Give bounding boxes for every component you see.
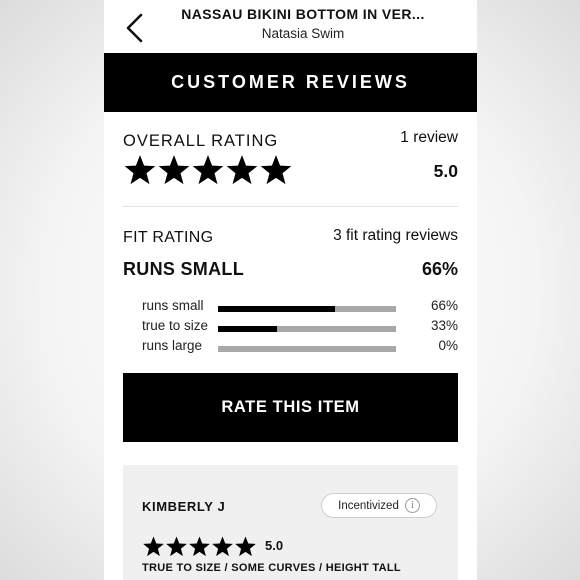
phone-screen: NASSAU BIKINI BOTTOM IN VER... Natasia S… [104,0,477,580]
star-icon [189,536,210,557]
star-icon [192,155,224,185]
info-icon[interactable]: i [404,498,420,513]
fit-rating-count: 3 fit rating reviews [333,227,458,244]
fit-row-label: runs small [142,298,204,313]
star-icon [235,536,256,557]
brand-name: Natasia Swim [261,26,345,41]
section-title: CUSTOMER REVIEWS [104,53,477,112]
star-icon [158,155,190,185]
star-icon [212,536,233,557]
back-button[interactable] [122,12,148,44]
star-icon [260,155,292,185]
fit-row-label: runs large [142,338,203,353]
top-navigation-bar: NASSAU BIKINI BOTTOM IN VER... Natasia S… [104,0,477,53]
review-attributes: TRUE TO SIZE / SOME CURVES / HEIGHT TALL [142,562,401,574]
fit-bar [218,346,396,352]
fit-bar [218,306,396,312]
review-rating-value: 5.0 [265,538,284,553]
overall-star-rating [123,153,293,187]
review-card: KIMBERLY J Incentivized i 5.0 TRUE TO SI… [123,465,458,580]
fit-row-percent: 33% [430,318,458,333]
star-icon [143,536,164,557]
fit-row-true-to-size: true to size 33% [104,318,477,338]
fit-bar [218,326,396,332]
star-icon [124,155,156,185]
fit-row-percent: 66% [430,298,458,313]
fit-rating-label: FIT RATING [123,229,214,246]
fit-bar-fill [218,306,336,312]
fit-row-runs-large: runs large 0% [104,338,477,358]
fit-verdict: RUNS SMALL [123,259,244,279]
divider [123,206,458,207]
fit-bar-fill [218,326,277,332]
chevron-left-icon [126,13,143,43]
fit-row-label: true to size [142,318,209,333]
review-count: 1 review [400,129,458,146]
fit-row-runs-small: runs small 66% [104,298,477,318]
overall-rating-label: OVERALL RATING [123,132,279,150]
overall-rating-value: 5.0 [433,161,458,181]
review-star-rating [142,535,257,558]
star-icon [226,155,258,185]
star-icon [166,536,187,557]
badge-label: Incentivized [338,499,399,512]
reviewer-name: KIMBERLY J [142,499,226,514]
fit-row-percent: 0% [438,338,458,353]
incentivized-badge[interactable]: Incentivized i [321,493,437,518]
product-title: NASSAU BIKINI BOTTOM IN VER... [181,6,425,22]
rate-item-button[interactable]: RATE THIS ITEM [123,373,458,442]
fit-verdict-percent: 66% [421,259,458,279]
